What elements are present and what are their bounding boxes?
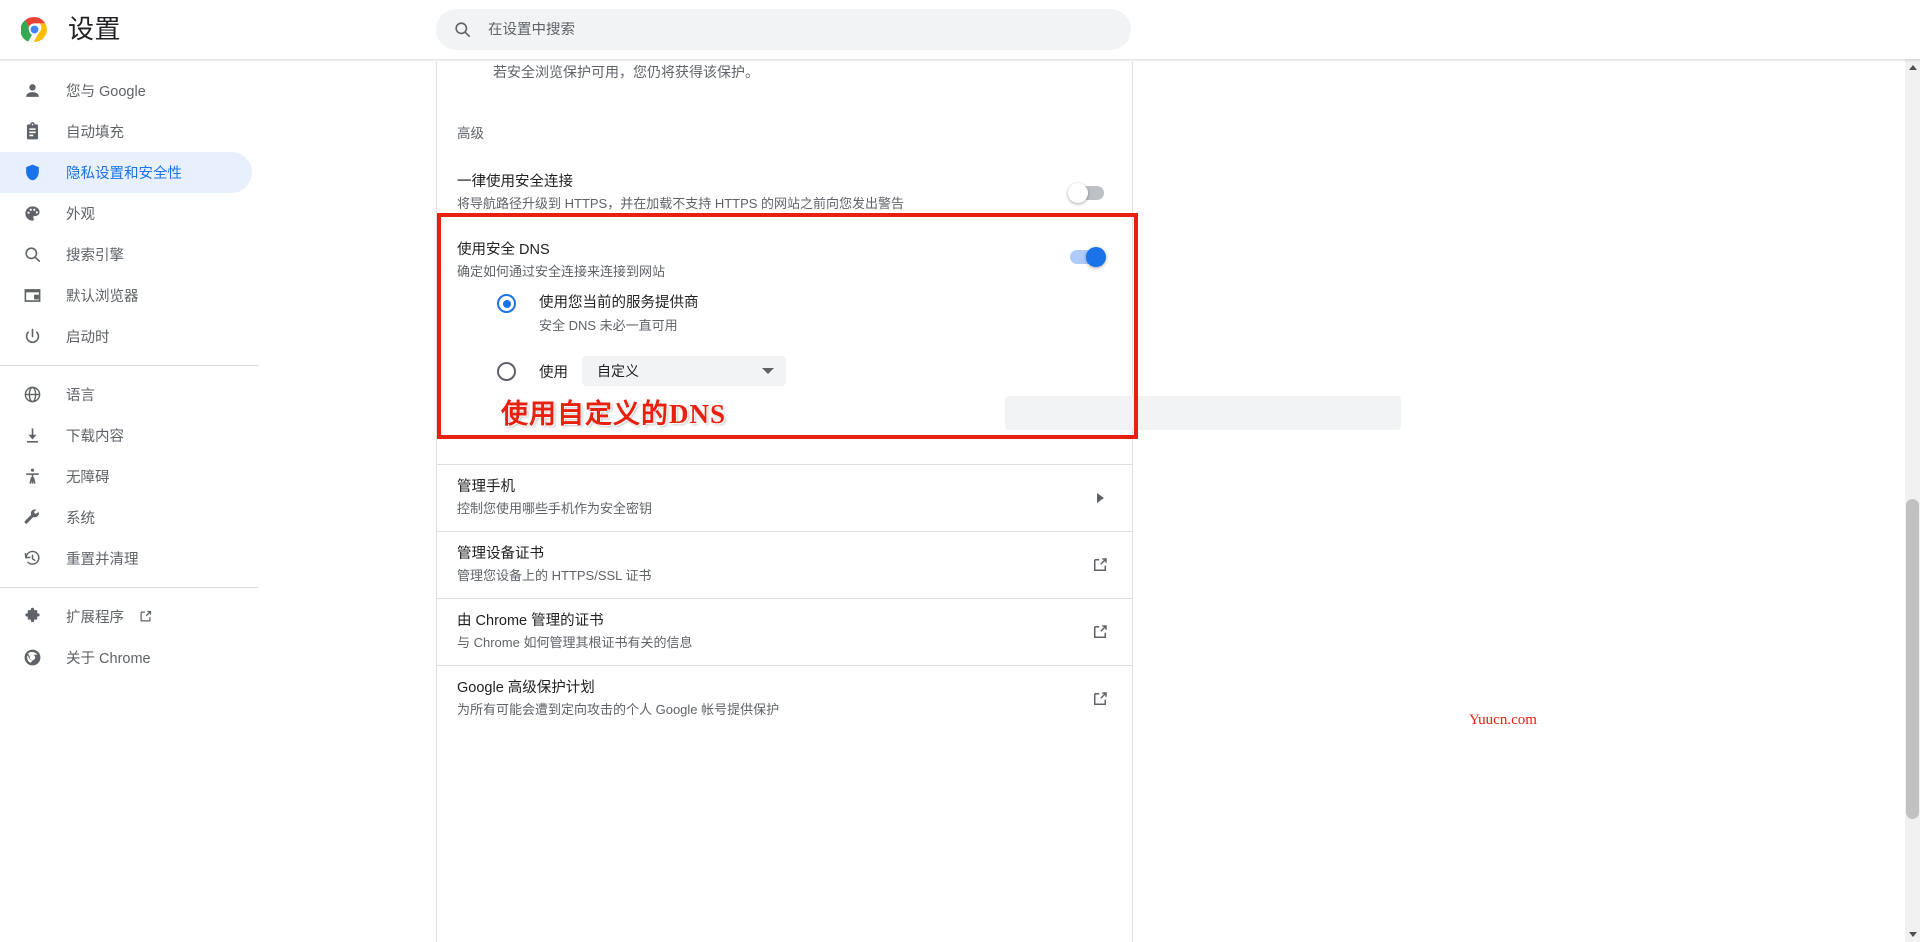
clipboard-icon — [22, 122, 42, 142]
manage-device-certificates-row[interactable]: 管理设备证书 管理您设备上的 HTTPS/SSL 证书 — [437, 531, 1132, 598]
external-link-icon[interactable] — [1090, 555, 1110, 575]
chrome-managed-certificates-row[interactable]: 由 Chrome 管理的证书 与 Chrome 如何管理其根证书有关的信息 — [437, 598, 1132, 665]
sidebar-item-label: 关于 Chrome — [66, 651, 151, 667]
dns-option-custom[interactable]: 使用 自定义 — [497, 356, 786, 386]
dns-provider-select[interactable]: 自定义 — [582, 356, 786, 386]
row-subtitle: 将导航路径升级到 HTTPS，并在加载不支持 HTTPS 的网站之前向您发出警告 — [457, 196, 905, 211]
sidebar-item-label: 您与 Google — [66, 84, 146, 100]
sidebar: 您与 Google 自动填充 隐私设置和安全性 外观 搜索引擎 默认浏览器 启动… — [0, 62, 300, 942]
dns-option-current-provider[interactable]: 使用您当前的服务提供商 安全 DNS 未必一直可用 — [497, 294, 699, 336]
sidebar-item-label: 启动时 — [66, 330, 110, 346]
radio-sublabel: 安全 DNS 未必一直可用 — [539, 318, 678, 333]
sidebar-item-default-browser[interactable]: 默认浏览器 — [0, 275, 252, 316]
sidebar-item-extensions[interactable]: 扩展程序 — [0, 596, 252, 637]
row-subtitle: 确定如何通过安全连接来连接到网站 — [457, 264, 666, 279]
sidebar-item-system[interactable]: 系统 — [0, 497, 252, 538]
dns-provider-select-value: 自定义 — [597, 363, 639, 379]
sidebar-item-autofill[interactable]: 自动填充 — [0, 111, 252, 152]
external-link-icon[interactable] — [1090, 622, 1110, 642]
palette-icon — [22, 204, 42, 224]
chrome-logo — [20, 16, 48, 43]
radio-label: 使用您当前的服务提供商 — [539, 295, 699, 311]
external-link-icon[interactable] — [1090, 689, 1110, 709]
row-title: Google 高级保护计划 — [457, 680, 595, 696]
sidebar-item-reset-and-cleanup[interactable]: 重置并清理 — [0, 538, 252, 579]
chrome-outline-icon — [22, 648, 42, 668]
chevron-down-icon — [762, 368, 774, 374]
sidebar-item-label: 无障碍 — [66, 470, 110, 486]
toggle-knob — [1086, 247, 1106, 267]
row-subtitle: 管理您设备上的 HTTPS/SSL 证书 — [457, 568, 652, 583]
arrow-right-icon[interactable] — [1090, 488, 1110, 508]
puzzle-icon — [22, 607, 42, 627]
power-icon — [22, 327, 42, 347]
always-use-secure-connections-row[interactable]: 一律使用安全连接 将导航路径升级到 HTTPS，并在加载不支持 HTTPS 的网… — [437, 162, 1132, 224]
sidebar-item-label: 扩展程序 — [66, 610, 124, 626]
toggle-knob — [1068, 183, 1088, 203]
sidebar-item-appearance[interactable]: 外观 — [0, 193, 252, 234]
search-input[interactable] — [488, 21, 1088, 38]
sidebar-item-on-startup[interactable]: 启动时 — [0, 316, 252, 357]
page-title: 设置 — [68, 14, 122, 44]
row-subtitle: 与 Chrome 如何管理其根证书有关的信息 — [457, 635, 693, 650]
custom-dns-input[interactable] — [1005, 396, 1401, 430]
person-icon — [22, 81, 42, 101]
search-icon — [453, 20, 472, 39]
wrench-icon — [22, 508, 42, 528]
external-link-icon — [138, 609, 153, 624]
row-title: 管理设备证书 — [457, 546, 544, 562]
https-toggle[interactable] — [1068, 183, 1104, 203]
search-bar[interactable] — [436, 9, 1131, 50]
sidebar-item-downloads[interactable]: 下载内容 — [0, 415, 252, 456]
sidebar-divider — [0, 587, 258, 588]
sidebar-item-label: 语言 — [66, 388, 95, 404]
sidebar-item-label: 系统 — [66, 511, 95, 527]
advanced-section-label: 高级 — [457, 126, 484, 141]
manage-phones-row[interactable]: 管理手机 控制您使用哪些手机作为安全密钥 — [437, 464, 1132, 531]
advanced-protection-program-row[interactable]: Google 高级保护计划 为所有可能会遭到定向攻击的个人 Google 帐号提… — [437, 665, 1132, 732]
sidebar-item-about-chrome[interactable]: 关于 Chrome — [0, 637, 252, 678]
accessibility-icon — [22, 467, 42, 487]
row-subtitle: 为所有可能会遭到定向攻击的个人 Google 帐号提供保护 — [457, 702, 780, 717]
globe-icon — [22, 385, 42, 405]
row-title: 由 Chrome 管理的证书 — [457, 613, 604, 629]
app-header: 设置 — [0, 0, 1920, 59]
download-icon — [22, 426, 42, 446]
sidebar-item-label: 隐私设置和安全性 — [66, 166, 182, 182]
header-shadow — [0, 59, 1920, 62]
radio-custom-provider[interactable] — [497, 361, 516, 381]
row-title: 管理手机 — [457, 479, 515, 495]
sidebar-item-label: 重置并清理 — [66, 552, 139, 568]
page-scrollbar[interactable] — [1905, 59, 1920, 942]
sidebar-item-accessibility[interactable]: 无障碍 — [0, 456, 252, 497]
row-title: 一律使用安全连接 — [457, 174, 573, 190]
sidebar-item-label: 下载内容 — [66, 429, 124, 445]
settings-content: 若安全浏览保护可用，您仍将获得该保护。 高级 一律使用安全连接 将导航路径升级到… — [436, 62, 1401, 942]
sidebar-item-languages[interactable]: 语言 — [0, 374, 252, 415]
search-icon — [22, 245, 42, 265]
radio-prefix-label: 使用 — [539, 364, 568, 381]
history-restore-icon — [22, 549, 42, 569]
watermark: Yuucn.com — [1469, 712, 1537, 728]
row-subtitle: 控制您使用哪些手机作为安全密钥 — [457, 501, 653, 516]
secure-dns-header: 使用安全 DNS 确定如何通过安全连接来连接到网站 — [457, 240, 665, 282]
sidebar-divider — [0, 365, 258, 366]
row-title: 使用安全 DNS — [457, 242, 550, 258]
safe-browsing-partial-text: 若安全浏览保护可用，您仍将获得该保护。 — [493, 64, 759, 80]
sidebar-item-label: 自动填充 — [66, 125, 124, 141]
sidebar-item-label: 外观 — [66, 207, 95, 223]
annotation-label: 使用自定义的DNS — [501, 399, 727, 429]
scroll-down-arrow-icon[interactable] — [1905, 926, 1920, 942]
sidebar-item-label: 搜索引擎 — [66, 248, 124, 264]
shield-icon — [22, 163, 42, 183]
sidebar-item-you-and-google[interactable]: 您与 Google — [0, 70, 252, 111]
browser-window-icon — [22, 286, 42, 306]
sidebar-item-label: 默认浏览器 — [66, 289, 139, 305]
sidebar-item-search-engine[interactable]: 搜索引擎 — [0, 234, 252, 275]
scrollbar-thumb[interactable] — [1906, 499, 1919, 819]
radio-current-provider[interactable] — [497, 294, 516, 313]
secure-dns-toggle[interactable] — [1070, 247, 1106, 267]
sidebar-item-privacy-and-security[interactable]: 隐私设置和安全性 — [0, 152, 252, 193]
